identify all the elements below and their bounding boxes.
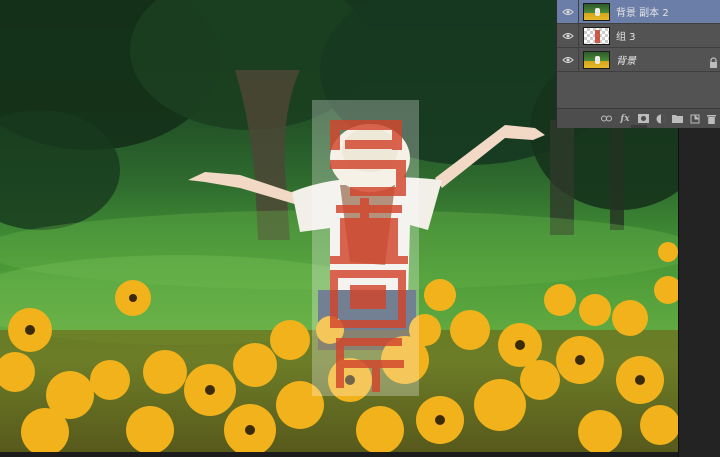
layer-row-background-copy-2[interactable]: 背景 副本 2	[557, 0, 720, 24]
trash-icon[interactable]	[706, 113, 717, 124]
layer-thumbnail	[583, 50, 610, 69]
layer-row-background[interactable]: 背景	[557, 47, 720, 72]
add-mask-icon[interactable]	[638, 113, 649, 124]
adjustment-layer-icon[interactable]	[655, 113, 666, 124]
visibility-eye-icon[interactable]	[557, 0, 579, 24]
workspace-background	[678, 128, 720, 457]
link-layers-icon[interactable]	[601, 113, 612, 124]
layer-thumbnail	[583, 26, 610, 45]
layer-name[interactable]: 组 3	[616, 28, 636, 43]
layer-row-group-3[interactable]: 组 3	[557, 23, 720, 48]
folder-icon[interactable]	[672, 113, 683, 124]
visibility-eye-icon[interactable]	[557, 23, 579, 48]
layers-panel: 背景 副本 2 组 3 背景 fx	[556, 0, 720, 128]
canvas-bottom-border	[0, 452, 678, 457]
visibility-eye-icon[interactable]	[557, 47, 579, 72]
layer-name[interactable]: 背景	[616, 52, 636, 67]
layer-thumbnail	[583, 2, 610, 21]
layer-name[interactable]: 背景 副本 2	[616, 4, 669, 19]
lock-icon	[709, 54, 718, 68]
fx-icon[interactable]: fx	[618, 113, 632, 124]
panel-resize-grip[interactable]	[631, 125, 647, 128]
new-layer-icon[interactable]	[689, 113, 700, 124]
